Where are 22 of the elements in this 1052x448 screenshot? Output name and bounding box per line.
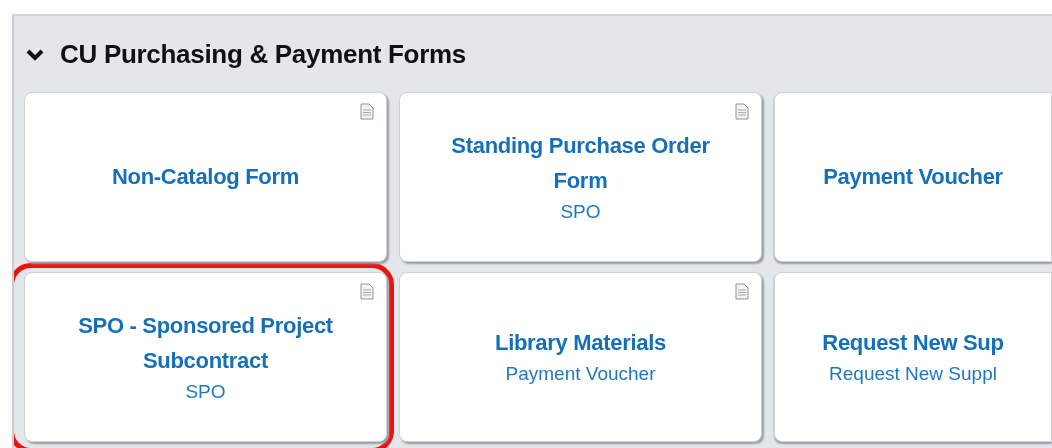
chevron-down-icon[interactable]: [26, 47, 44, 62]
form-tile[interactable]: Payment Voucher: [774, 92, 1052, 262]
form-title: Library Materials: [495, 329, 666, 358]
form-tile[interactable]: Request New Sup Request New Suppl: [774, 272, 1052, 442]
form-title: Non-Catalog Form: [111, 163, 300, 192]
form-title: Request New Sup: [822, 329, 1004, 358]
form-subtitle: Payment Voucher: [505, 362, 656, 387]
form-tile[interactable]: SPO - Sponsored Project Subcontract SPO: [24, 272, 387, 442]
form-title: SPO - Sponsored Project Subcontract: [77, 311, 334, 375]
form-title: Payment Voucher: [823, 163, 1003, 192]
document-icon: [360, 103, 374, 121]
form-subtitle: SPO: [185, 379, 226, 404]
form-tile[interactable]: Standing Purchase Order Form SPO: [399, 92, 762, 262]
form-subtitle: Request New Suppl: [829, 362, 997, 387]
document-icon: [735, 103, 749, 121]
document-icon: [360, 283, 374, 301]
document-icon: [735, 283, 749, 301]
form-tile[interactable]: Library Materials Payment Voucher: [399, 272, 762, 442]
section-title: CU Purchasing & Payment Forms: [60, 37, 466, 71]
form-title: Standing Purchase Order Form: [450, 131, 711, 195]
form-tile[interactable]: Non-Catalog Form: [24, 92, 387, 262]
form-subtitle: SPO: [560, 199, 601, 224]
